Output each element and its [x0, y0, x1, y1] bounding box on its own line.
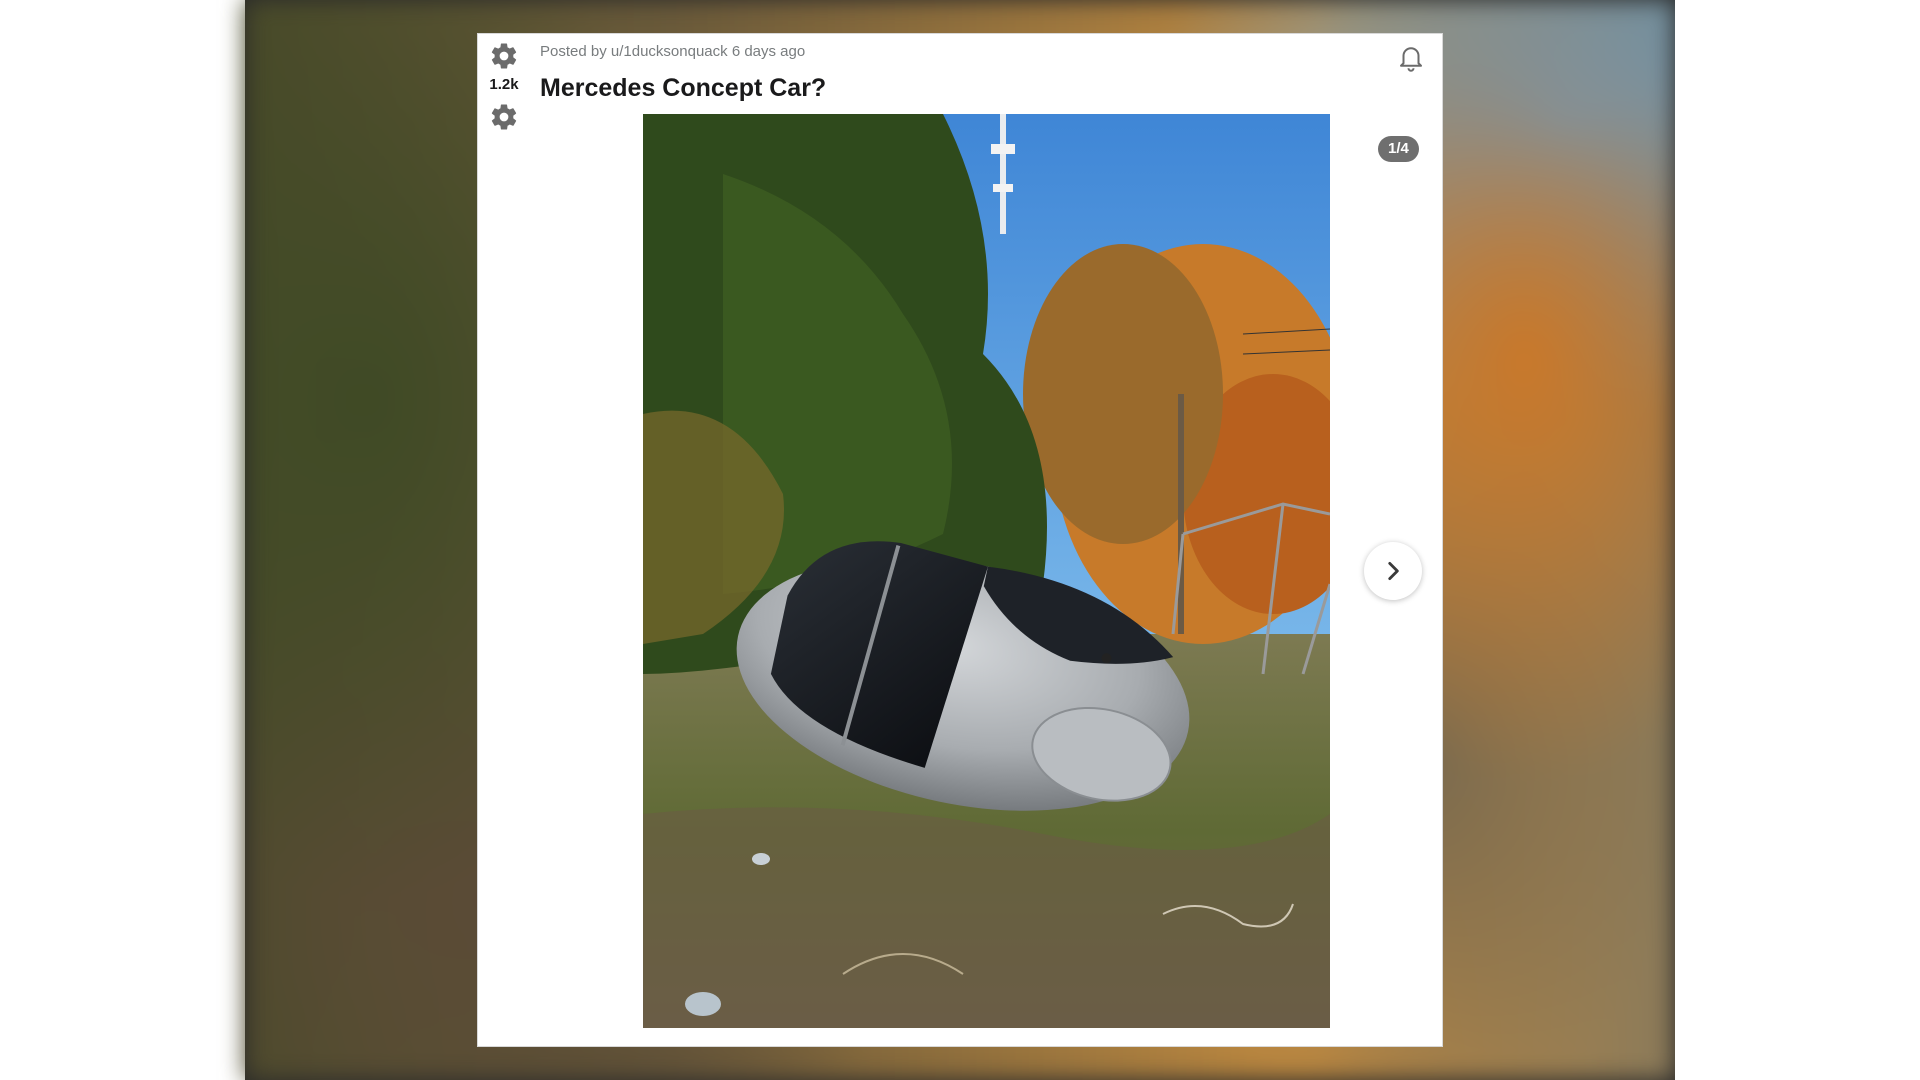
vote-column: 1.2k — [478, 34, 530, 133]
upvote-button[interactable] — [488, 40, 520, 72]
downvote-button[interactable] — [488, 101, 520, 133]
post-card: 1.2k Posted by u/1ducksonquack 6 days ag… — [477, 33, 1443, 1047]
author-link[interactable]: u/1ducksonquack — [611, 43, 728, 60]
background-margin-left — [0, 0, 245, 1080]
post-age: 6 days ago — [731, 43, 806, 60]
background-margin-right — [1675, 0, 1920, 1080]
posted-by-label: Posted by — [540, 43, 607, 60]
gear-icon — [491, 104, 517, 130]
next-image-button[interactable] — [1364, 542, 1422, 600]
bell-icon — [1400, 47, 1422, 72]
post-image[interactable] — [643, 114, 1330, 1028]
post-meta: Posted by u/1ducksonquack 6 days ago — [540, 43, 805, 60]
gallery-counter: 1/4 — [1378, 136, 1419, 162]
concept-car-photo — [643, 114, 1330, 1028]
chevron-right-icon — [1388, 562, 1399, 580]
vote-score: 1.2k — [489, 76, 519, 93]
gear-icon — [491, 43, 517, 69]
post-title[interactable]: Mercedes Concept Car? — [540, 74, 826, 103]
notification-button[interactable] — [1396, 42, 1426, 72]
